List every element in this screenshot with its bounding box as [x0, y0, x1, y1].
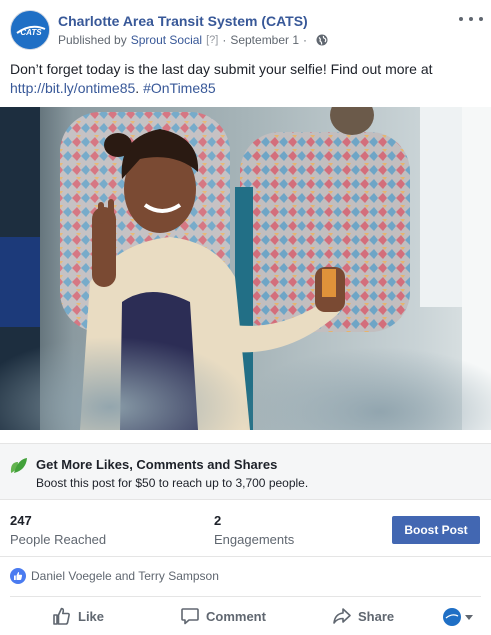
- share-button[interactable]: Share: [332, 603, 394, 629]
- published-by-label: Published by: [58, 33, 127, 47]
- post-link[interactable]: http://bit.ly/ontime85: [10, 80, 135, 96]
- selfie-photo-image: [0, 107, 491, 430]
- boost-title: Get More Likes, Comments and Shares: [36, 457, 278, 472]
- post-meta: Published by Sprout Social [?] · Septemb…: [58, 33, 328, 47]
- globe-icon[interactable]: [316, 34, 328, 46]
- post-as-selector[interactable]: [443, 608, 473, 626]
- boost-banner[interactable]: Get More Likes, Comments and Shares Boos…: [0, 443, 491, 500]
- cats-logo-icon: CATS: [11, 11, 49, 49]
- engagements-label[interactable]: Engagements: [214, 532, 294, 547]
- publisher-link[interactable]: Sprout Social: [131, 33, 202, 47]
- post-link-period: .: [135, 80, 140, 96]
- like-badge-icon: [10, 568, 26, 584]
- people-reached-count: 247: [10, 513, 32, 528]
- people-reached-label[interactable]: People Reached: [10, 532, 106, 547]
- post-header: CATS Charlotte Area Transit System (CATS…: [0, 0, 491, 56]
- post-text-line: Don’t forget today is the last day submi…: [10, 61, 433, 77]
- meta-separator: ·: [222, 33, 227, 47]
- page-name-link[interactable]: Charlotte Area Transit System (CATS): [58, 13, 308, 29]
- comment-button[interactable]: Comment: [180, 603, 266, 629]
- more-options-icon[interactable]: [459, 12, 483, 26]
- post-message: Don’t forget today is the last day submi…: [10, 60, 480, 98]
- hashtag-link[interactable]: #OnTime85: [143, 80, 216, 96]
- help-link[interactable]: [?]: [206, 34, 218, 46]
- post-date[interactable]: September 1: [230, 33, 299, 47]
- comment-label: Comment: [206, 608, 266, 624]
- svg-text:CATS: CATS: [20, 28, 42, 37]
- boost-post-button[interactable]: Boost Post: [392, 516, 480, 544]
- comment-icon: [181, 608, 199, 625]
- reactor-names[interactable]: Daniel Voegele and Terry Sampson: [31, 569, 219, 583]
- share-icon: [333, 608, 351, 624]
- chevron-down-icon: [465, 614, 473, 620]
- post-insights: 247 People Reached 2 Engagements Boost P…: [0, 501, 491, 557]
- reactions-summary[interactable]: Daniel Voegele and Terry Sampson: [10, 567, 219, 585]
- thumbs-up-icon: [53, 607, 70, 625]
- like-button[interactable]: Like: [52, 603, 104, 629]
- meta-separator-2: ·: [303, 33, 308, 47]
- mini-avatar-icon: [443, 608, 461, 626]
- share-label: Share: [358, 608, 395, 624]
- post-photo[interactable]: [0, 107, 491, 430]
- leaf-icon: [10, 458, 27, 473]
- post-actions-bar: Like Comment Share: [10, 596, 481, 635]
- page-avatar[interactable]: CATS: [10, 10, 50, 50]
- engagements-count: 2: [214, 513, 222, 528]
- boost-subtitle: Boost this post for $50 to reach up to 3…: [36, 476, 309, 490]
- like-label: Like: [78, 608, 105, 624]
